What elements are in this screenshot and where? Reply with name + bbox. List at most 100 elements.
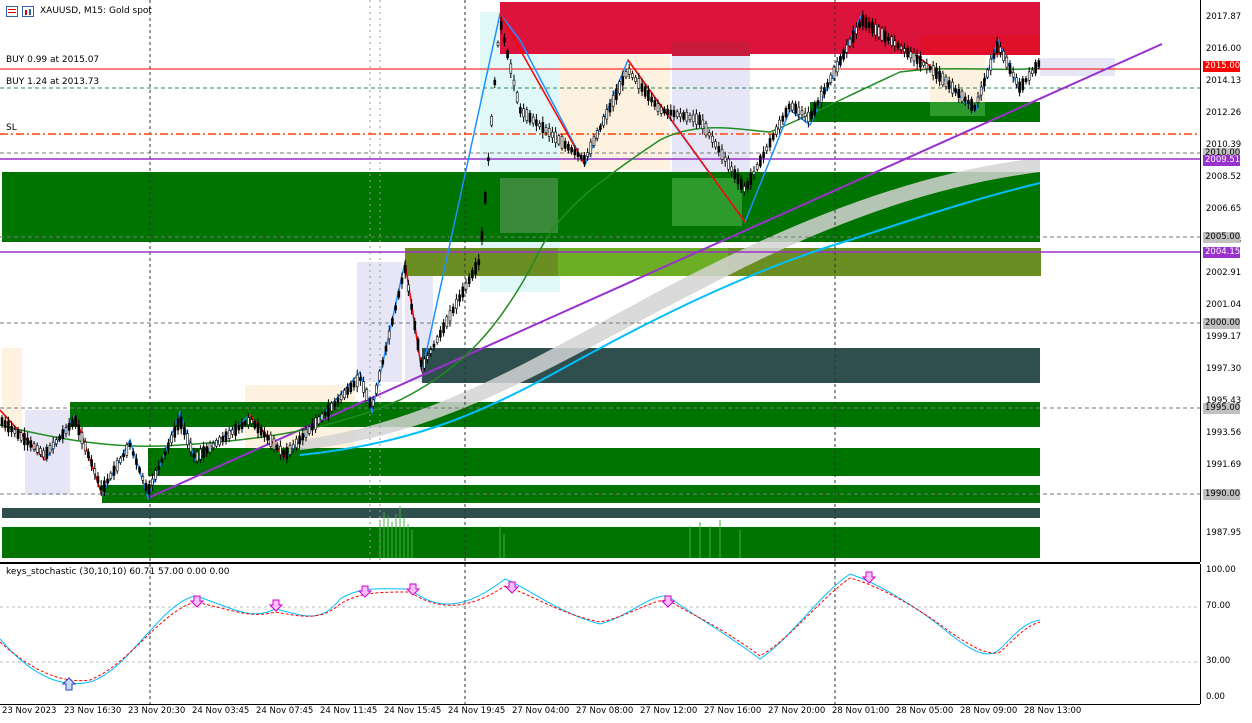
candle-body: [931, 65, 935, 76]
price-tick: 1991.69: [1206, 460, 1242, 470]
candle-body: [323, 411, 327, 416]
candle-body: [736, 173, 740, 185]
candle-body: [211, 442, 215, 448]
candle-body: [243, 421, 247, 426]
candle-body: [733, 169, 737, 180]
chart-menu-icon[interactable]: [6, 6, 18, 17]
candle-body: [253, 421, 257, 429]
candle-body: [125, 444, 129, 456]
indicator-axis[interactable]: [1200, 564, 1252, 704]
candle-body: [128, 442, 132, 448]
stoch-tick: 30.00: [1206, 656, 1231, 666]
price-tag: 1995.00: [1203, 403, 1241, 414]
candle-body: [739, 178, 743, 190]
candle-body: [960, 90, 964, 102]
candle-body: [154, 470, 157, 480]
candle-body: [384, 345, 388, 352]
candle-body: [624, 71, 628, 78]
candle-body: [979, 86, 983, 96]
candle-body: [944, 76, 948, 88]
candle-body: [416, 338, 420, 351]
candle-body: [1011, 72, 1015, 78]
candle-body: [525, 109, 529, 122]
candle-body: [512, 79, 516, 87]
candle-body: [1002, 50, 1005, 62]
candle-body: [1027, 71, 1031, 81]
candle-body: [835, 61, 839, 73]
candle-body: [951, 81, 954, 94]
candle-body: [775, 126, 778, 135]
candle-body: [576, 152, 580, 157]
candle-body: [307, 426, 311, 434]
candle-body: [800, 110, 804, 116]
candle-body: [170, 434, 173, 444]
candle-body: [400, 277, 404, 284]
sl-label[interactable]: SL: [6, 123, 17, 133]
main-chart[interactable]: XAUUSD, M15: Gold spot BUY 0.99 at 2015.…: [0, 0, 1200, 562]
candle-body: [106, 478, 109, 484]
candle-body: [669, 109, 673, 116]
candle-body: [13, 429, 17, 434]
indicator-pane[interactable]: keys_stochastic (30,10,10) 60.71 57.00 0…: [0, 564, 1200, 704]
symbol-icon[interactable]: [22, 6, 34, 17]
candle-body: [743, 186, 746, 193]
candle-body: [627, 68, 631, 75]
candle-body: [269, 434, 273, 447]
candle-body: [506, 50, 509, 59]
candle-body: [970, 98, 973, 111]
candle-body: [810, 110, 813, 120]
candle-body: [419, 359, 423, 367]
price-tick: 2008.52: [1206, 172, 1242, 182]
candle-body: [272, 438, 276, 450]
candle-body: [643, 86, 647, 97]
price-tag-buy: 2015.00: [1203, 61, 1241, 72]
candle-body: [138, 467, 141, 473]
candle-body: [890, 36, 893, 46]
candle-body: [531, 116, 535, 124]
candle-body: [298, 435, 301, 445]
candle-body: [58, 435, 61, 441]
candle-body: [435, 336, 439, 343]
candle-body: [983, 78, 986, 87]
time-label: 23 Nov 2023: [2, 706, 57, 716]
candle-body: [1018, 81, 1021, 93]
candle-body: [551, 131, 554, 139]
candle-body: [1021, 78, 1025, 91]
candle-body: [202, 446, 205, 458]
candle-body: [611, 95, 615, 107]
candle-body: [602, 116, 605, 126]
candle-body: [48, 445, 52, 454]
candle-body: [727, 158, 730, 170]
candle-body: [579, 154, 583, 160]
candle-body: [32, 443, 36, 450]
candle-body: [205, 446, 209, 454]
candle-body: [1008, 63, 1012, 74]
candle-body: [954, 88, 957, 93]
buy-label-2[interactable]: BUY 1.24 at 2013.73: [6, 77, 99, 87]
price-tick: 1993.56: [1206, 428, 1242, 438]
candle-body: [698, 114, 701, 125]
candle-body: [791, 102, 794, 111]
candle-body: [295, 438, 298, 448]
price-tick: 1999.17: [1206, 332, 1242, 342]
candle-body: [759, 155, 762, 167]
candle-body: [989, 58, 993, 71]
buy-label-1[interactable]: BUY 0.99 at 2015.07: [6, 55, 99, 65]
candle-body: [503, 36, 506, 43]
candle-body: [7, 420, 10, 433]
candle-body: [426, 355, 429, 360]
candle-body: [483, 192, 487, 204]
candle-body: [807, 111, 810, 123]
candle-body: [829, 74, 833, 83]
candle-body: [922, 61, 925, 66]
candle-body: [899, 46, 903, 50]
candle-body: [816, 100, 820, 106]
candle-body: [480, 230, 484, 242]
candle-body: [339, 394, 343, 401]
candle-body: [803, 112, 807, 117]
candle-body: [343, 390, 346, 399]
candle-body: [135, 458, 138, 465]
candle-body: [679, 112, 682, 118]
candle-body: [995, 41, 999, 53]
candle-body: [691, 114, 695, 122]
